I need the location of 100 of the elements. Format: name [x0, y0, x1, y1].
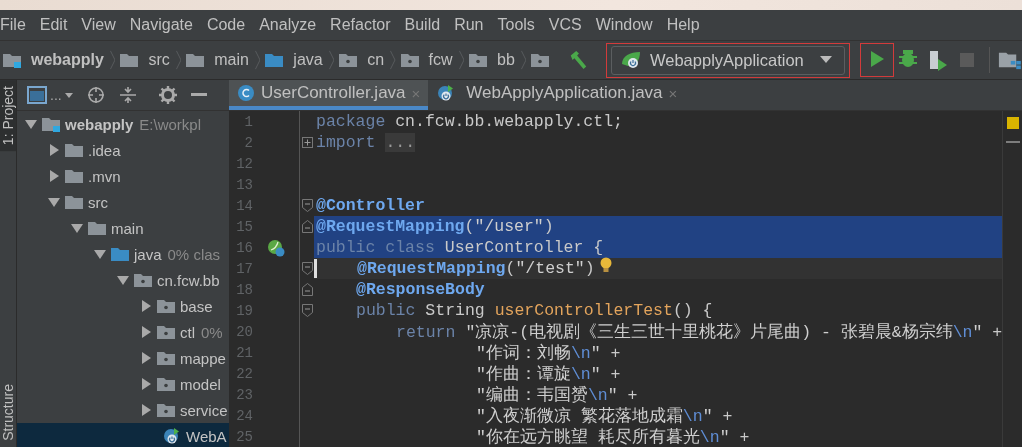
bean-icon[interactable]: [267, 238, 285, 257]
tree-row[interactable]: base: [17, 293, 229, 319]
code-line: "作词：刘畅\n" +: [476, 342, 621, 364]
line-number: 25: [235, 428, 253, 445]
tree-row[interactable]: main: [17, 215, 229, 241]
bug-icon[interactable]: [899, 50, 918, 67]
run-icon[interactable]: [870, 51, 884, 67]
line-number: 2: [243, 134, 253, 151]
tree-row[interactable]: mappe: [17, 345, 229, 371]
breadcrumb[interactable]: main: [183, 51, 253, 69]
tree-row[interactable]: src: [17, 189, 229, 215]
target-icon[interactable]: [86, 86, 105, 104]
collapse-all-icon[interactable]: [118, 86, 137, 104]
tree-label: java: [134, 245, 162, 263]
breadcrumb[interactable]: src: [117, 51, 174, 69]
breadcrumb[interactable]: cn: [336, 51, 389, 69]
tree-label: ctl: [180, 323, 195, 341]
menu-item[interactable]: View: [81, 16, 116, 34]
spring-app-icon: [620, 50, 642, 70]
tree-row[interactable]: java 0% clas: [17, 241, 229, 267]
folder-icon: [87, 220, 107, 236]
menu-item[interactable]: Navigate: [129, 16, 193, 34]
settings-icon[interactable]: [158, 86, 177, 104]
code-line: @Controller: [316, 196, 425, 215]
tree-label: src: [88, 193, 108, 211]
expand-arrow-icon[interactable]: [48, 144, 60, 156]
menu-item[interactable]: Code: [206, 16, 246, 34]
fold-end-icon[interactable]: [301, 283, 313, 296]
tool-window-tab[interactable]: 1: Project: [0, 80, 16, 152]
expand-arrow-icon[interactable]: [140, 352, 152, 364]
menu-item[interactable]: Tools: [497, 16, 535, 34]
line-number: 17: [235, 260, 253, 277]
minimize-icon[interactable]: [190, 93, 207, 97]
expand-arrow-icon[interactable]: [48, 170, 60, 182]
tree-label: main: [111, 219, 144, 237]
package-icon: [156, 324, 176, 340]
fold-expand-icon[interactable]: [301, 137, 313, 148]
menu-item[interactable]: Analyze: [259, 16, 317, 34]
menu-item[interactable]: VCS: [548, 16, 582, 34]
tree-label: WebA: [186, 427, 227, 445]
folder-icon: [185, 52, 206, 68]
menu-item[interactable]: Window: [595, 16, 653, 34]
tree-row[interactable]: .mvn: [17, 163, 229, 189]
tree-row[interactable]: webapply E:\workpl: [17, 111, 229, 137]
run-config-dropdown[interactable]: WebapplyApplication: [611, 45, 845, 75]
expand-arrow-icon[interactable]: [48, 196, 60, 208]
line-number: 13: [235, 176, 253, 193]
tree-row[interactable]: .idea: [17, 137, 229, 163]
expand-arrow-icon[interactable]: [140, 326, 152, 338]
menu-item[interactable]: Build: [404, 16, 441, 34]
expand-arrow-icon[interactable]: [140, 404, 152, 416]
expand-arrow-icon[interactable]: [94, 248, 106, 260]
menu-item[interactable]: Run: [454, 16, 484, 34]
expand-arrow-icon[interactable]: [140, 378, 152, 390]
tree-label: mappe: [180, 349, 226, 367]
line-number: 22: [235, 365, 253, 382]
folder-icon: [64, 168, 84, 184]
tree-row[interactable]: model: [17, 371, 229, 397]
expand-arrow-icon[interactable]: [140, 300, 152, 312]
line-number: 18: [235, 281, 253, 298]
class-icon: [237, 84, 255, 102]
fold-end-icon[interactable]: [301, 220, 313, 233]
expand-arrow-icon[interactable]: [117, 274, 129, 286]
menu-item[interactable]: Edit: [39, 16, 68, 34]
code-line: package cn.fcw.bb.webapply.ctl;: [316, 112, 623, 131]
expand-arrow-icon[interactable]: [25, 118, 37, 130]
folder-icon: [64, 194, 84, 210]
tree-label: .mvn: [88, 167, 121, 185]
lightbulb-icon[interactable]: [598, 256, 613, 273]
menu-item[interactable]: Refactor: [330, 16, 391, 34]
fold-start-icon[interactable]: [301, 262, 313, 275]
breadcrumb[interactable]: fcw: [397, 51, 457, 69]
package-icon: [156, 402, 176, 418]
fold-start-icon[interactable]: [301, 304, 313, 317]
menu-item[interactable]: Help: [666, 16, 700, 34]
tree-row[interactable]: cn.fcw.bb: [17, 267, 229, 293]
package-icon: [156, 298, 176, 314]
tab-label: WebApplyApplication.java: [466, 83, 663, 103]
breadcrumb[interactable]: webapply: [0, 51, 108, 69]
editor-tab[interactable]: UserController.java ×: [229, 80, 429, 110]
line-number: 21: [235, 344, 253, 361]
code-line: @RequestMapping("/test"): [357, 259, 595, 278]
breadcrumb[interactable]: java: [262, 51, 327, 69]
editor-tab[interactable]: WebApplyApplication.java ×: [428, 80, 686, 110]
error-stripe-mark[interactable]: [1005, 141, 1020, 143]
tree-row[interactable]: ctl 0%: [17, 319, 229, 345]
warning-marker[interactable]: [1006, 117, 1019, 129]
line-number: 19: [235, 302, 253, 319]
expand-arrow-icon[interactable]: [71, 222, 83, 234]
tree-row[interactable]: WebA: [17, 423, 229, 447]
fold-start-icon[interactable]: [301, 199, 313, 212]
tree-row[interactable]: service: [17, 397, 229, 423]
package-icon: [399, 52, 420, 68]
breadcrumb[interactable]: bb: [466, 51, 519, 69]
tool-window-tab[interactable]: Structure: [0, 378, 16, 447]
code-line: public class UserController {: [316, 238, 604, 257]
menu-item[interactable]: File: [0, 16, 26, 34]
view-menu[interactable]: ...: [27, 86, 73, 104]
line-number: 15: [235, 218, 253, 235]
coverage-icon[interactable]: [929, 51, 947, 71]
